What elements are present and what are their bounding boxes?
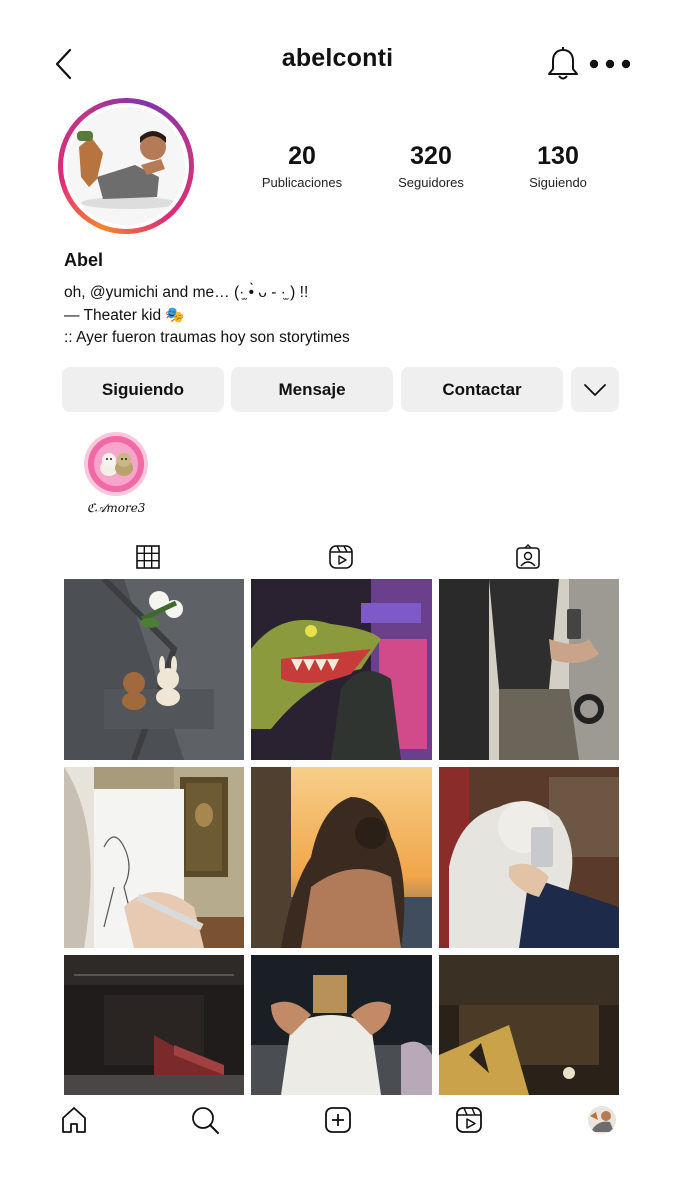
home-icon[interactable] bbox=[59, 1105, 89, 1135]
bio-line-2: — Theater kid 🎭 bbox=[64, 307, 185, 324]
bio-line-1: oh, @yumichi and me… (·̫ •̀ ᴗ - ·̫ ) !! bbox=[64, 284, 309, 301]
post-image-dinosaur bbox=[251, 579, 432, 760]
stat-followers[interactable]: 320 Seguidores bbox=[371, 142, 491, 190]
highlight-label: ℭ𝒜more3 bbox=[86, 501, 146, 515]
contact-button[interactable]: Contactar bbox=[401, 367, 563, 412]
bio-line-3: :: Ayer fueron traumas hoy son storytime… bbox=[64, 329, 350, 346]
stat-posts[interactable]: 20 Publicaciones bbox=[242, 142, 362, 190]
stat-following[interactable]: 130 Siguiendo bbox=[498, 142, 618, 190]
grid-icon[interactable] bbox=[134, 543, 162, 571]
post-tile[interactable] bbox=[439, 579, 619, 760]
reels-icon[interactable] bbox=[327, 543, 355, 571]
post-image-hamilton bbox=[439, 955, 619, 1095]
post-tile[interactable] bbox=[64, 579, 244, 760]
search-icon[interactable] bbox=[190, 1105, 220, 1135]
stat-followers-label: Seguidores bbox=[398, 175, 464, 190]
following-button[interactable]: Siguiendo bbox=[62, 367, 224, 412]
stat-following-label: Siguiendo bbox=[529, 175, 587, 190]
post-tile[interactable] bbox=[64, 955, 244, 1095]
tagged-icon[interactable] bbox=[514, 543, 542, 571]
stat-followers-value: 320 bbox=[410, 142, 452, 170]
chevron-down-icon bbox=[584, 383, 606, 396]
reels-icon[interactable] bbox=[454, 1105, 484, 1135]
highlight-photo bbox=[88, 436, 144, 492]
post-tile[interactable] bbox=[251, 955, 432, 1095]
suggestions-dropdown-button[interactable] bbox=[571, 367, 619, 412]
avatar-photo bbox=[67, 107, 185, 225]
message-button[interactable]: Mensaje bbox=[231, 367, 393, 412]
post-image-camera-rig bbox=[439, 579, 619, 760]
stat-posts-value: 20 bbox=[288, 142, 316, 170]
post-tile[interactable] bbox=[251, 767, 432, 948]
post-image-suit bbox=[64, 579, 244, 760]
post-image-sunset bbox=[251, 767, 432, 948]
more-horizontal-icon[interactable] bbox=[588, 55, 632, 73]
create-icon[interactable] bbox=[323, 1105, 353, 1135]
profile-nav-avatar[interactable] bbox=[588, 1106, 616, 1134]
stat-following-value: 130 bbox=[537, 142, 579, 170]
bell-icon[interactable] bbox=[546, 46, 580, 82]
post-tile[interactable] bbox=[251, 579, 432, 760]
post-image-statue bbox=[439, 767, 619, 948]
highlight-cover[interactable] bbox=[88, 436, 144, 492]
post-image-theater bbox=[64, 955, 244, 1095]
stat-posts-label: Publicaciones bbox=[261, 175, 343, 190]
profile-avatar[interactable] bbox=[67, 107, 185, 225]
post-tile[interactable] bbox=[439, 955, 619, 1095]
post-tile[interactable] bbox=[439, 767, 619, 948]
post-image-sketch bbox=[64, 767, 244, 948]
display-name: Abel bbox=[64, 250, 104, 270]
profile-nav-photo bbox=[588, 1106, 616, 1134]
post-image-bag-head bbox=[251, 955, 432, 1095]
post-tile[interactable] bbox=[64, 767, 244, 948]
